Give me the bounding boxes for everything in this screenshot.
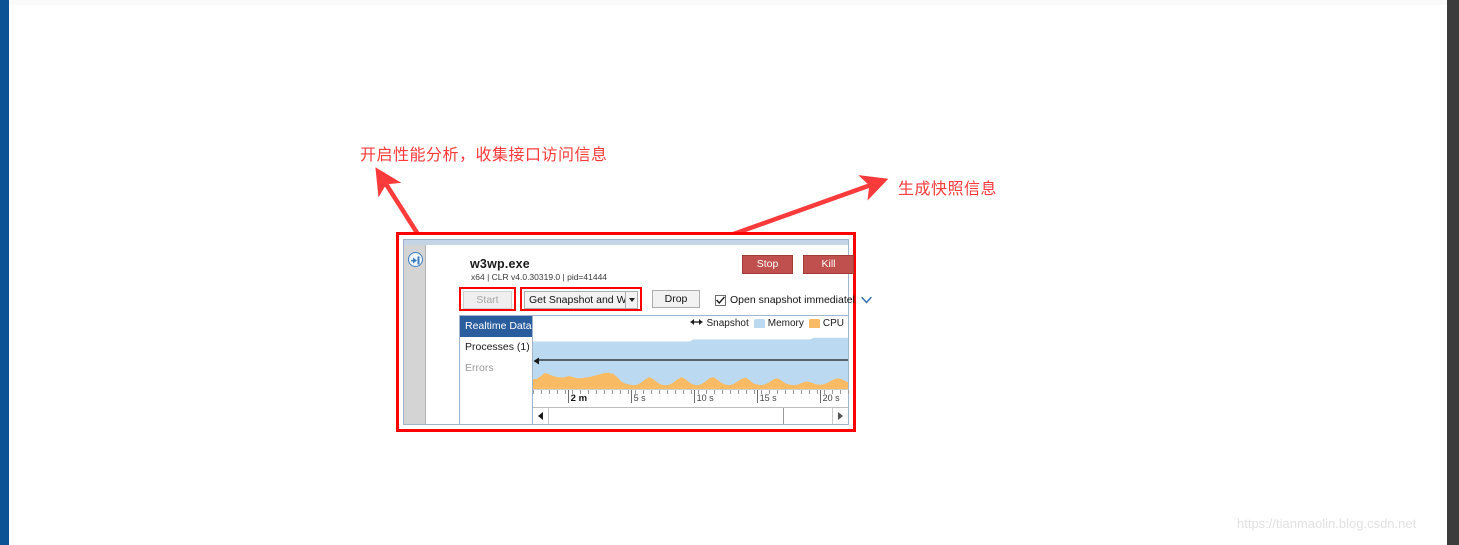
legend-label-cpu: CPU <box>822 318 844 329</box>
legend-item-cpu: CPU <box>808 318 844 329</box>
axis-minor-tick <box>619 390 621 394</box>
legend-item-memory: Memory <box>753 318 804 329</box>
caret-down-icon[interactable] <box>625 292 637 308</box>
axis-minor-tick <box>564 390 566 394</box>
axis-minor-tick <box>800 390 802 394</box>
double-arrow-icon <box>690 318 703 329</box>
diagnostics-panel-highlight: w3wp.exe x64 | CLR v4.0.30319.0 | pid=41… <box>396 232 872 432</box>
chart-plot-area <box>533 335 848 389</box>
legend-label-memory: Memory <box>767 318 804 329</box>
sidebar-item-realtime-data[interactable]: Realtime Data <box>460 316 532 337</box>
axis-minor-tick <box>533 390 534 394</box>
axis-minor-tick <box>588 390 590 394</box>
axis-minor-tick <box>603 390 605 394</box>
open-snapshot-label: Open snapshot immediatel <box>730 294 855 306</box>
get-snapshot-split-button: Get Snapshot and Wait <box>524 291 638 309</box>
axis-minor-tick <box>596 390 597 394</box>
scroll-left-arrow-icon[interactable] <box>533 408 548 424</box>
axis-tick-label-4: 20 s <box>822 393 840 403</box>
axis-minor-tick <box>840 390 842 394</box>
snapshot-marker-line <box>536 359 848 361</box>
sidebar-item-processes[interactable]: Processes (1) <box>460 337 532 358</box>
axis-minor-tick <box>753 390 755 394</box>
axis-minor-tick <box>808 390 810 394</box>
axis-minor-tick <box>745 390 747 394</box>
axis-minor-tick <box>777 390 779 394</box>
axis-minor-tick <box>548 390 550 394</box>
diagnostics-panel: w3wp.exe x64 | CLR v4.0.30319.0 | pid=41… <box>403 239 872 425</box>
cpu-swatch-icon <box>808 319 820 328</box>
chart-legend: Snapshot Memory CPU <box>690 318 844 329</box>
axis-minor-tick <box>722 390 723 394</box>
annotation-start-note: 开启性能分析，收集接口访问信息 <box>360 145 608 164</box>
stop-button[interactable]: Stop <box>742 255 793 274</box>
panel-body: w3wp.exe x64 | CLR v4.0.30319.0 | pid=41… <box>427 245 872 425</box>
right-edge-bar <box>1447 0 1459 545</box>
drop-button[interactable]: Drop <box>652 290 700 308</box>
chart-horizontal-scrollbar[interactable] <box>533 407 848 424</box>
panel-toolbar: Start Get Snapshot and Wait Drop <box>427 287 872 311</box>
axis-minor-tick <box>666 390 668 394</box>
get-snapshot-and-wait-button[interactable]: Get Snapshot and Wait <box>525 292 625 308</box>
axis-minor-tick <box>674 390 676 394</box>
panel-nav: Realtime Data Processes (1) Errors <box>460 316 533 424</box>
axis-minor-tick <box>540 390 542 394</box>
panel-content: Realtime Data Processes (1) Errors Snaps… <box>459 315 849 425</box>
axis-tick-label-0: 2 m <box>570 393 588 404</box>
scroll-right-arrow-icon[interactable] <box>833 408 848 424</box>
annotation-snapshot-note: 生成快照信息 <box>898 179 998 198</box>
axis-minor-tick <box>792 390 794 394</box>
process-name: w3wp.exe <box>470 257 530 271</box>
start-button[interactable]: Start <box>463 291 512 309</box>
open-snapshot-checkbox[interactable] <box>715 294 726 306</box>
top-edge-strip <box>9 0 1447 5</box>
open-snapshot-immediately-option[interactable]: Open snapshot immediatel <box>715 291 872 309</box>
collapse-left-icon[interactable] <box>408 252 423 267</box>
process-details: x64 | CLR v4.0.30319.0 | pid=41444 <box>471 272 608 282</box>
axis-tick-label-2: 10 s <box>696 393 714 403</box>
chart-series-svg <box>533 337 848 389</box>
axis-minor-tick <box>729 390 731 394</box>
kill-button[interactable]: Kill <box>803 255 854 274</box>
legend-item-snapshot: Snapshot <box>690 318 749 329</box>
axis-minor-tick <box>556 390 558 394</box>
realtime-chart: Snapshot Memory CPU 2 m 5 s 10 s 15 s 20… <box>533 316 849 424</box>
snapshot-marker-arrow-icon <box>533 357 539 365</box>
chevron-down-icon[interactable] <box>861 291 872 309</box>
axis-minor-tick <box>659 390 660 394</box>
start-button-highlight: Start <box>459 287 516 311</box>
axis-tick-label-1: 5 s <box>633 393 646 403</box>
axis-minor-tick <box>651 390 653 394</box>
legend-label-snapshot: Snapshot <box>706 318 749 329</box>
axis-tick-label-3: 15 s <box>759 393 777 403</box>
sidebar-item-errors[interactable]: Errors <box>460 358 532 379</box>
snapshot-button-highlight: Get Snapshot and Wait <box>520 287 642 311</box>
axis-minor-tick <box>690 390 692 394</box>
axis-minor-tick <box>737 390 739 394</box>
scrollbar-thumb[interactable] <box>549 408 784 424</box>
panel-left-gutter <box>404 245 426 424</box>
axis-minor-tick <box>682 390 684 394</box>
axis-minor-tick <box>627 390 629 394</box>
axis-minor-tick <box>816 390 818 394</box>
scrollbar-track[interactable] <box>548 408 833 424</box>
axis-minor-tick <box>611 390 613 394</box>
chart-x-axis: 2 m 5 s 10 s 15 s 20 s <box>533 389 849 407</box>
axis-minor-tick <box>785 390 786 394</box>
axis-minor-tick <box>848 390 849 394</box>
memory-swatch-icon <box>753 319 765 328</box>
watermark: https://tianmaolin.blog.csdn.net <box>1237 516 1417 531</box>
axis-minor-tick <box>714 390 716 394</box>
left-edge-bar <box>0 0 9 545</box>
